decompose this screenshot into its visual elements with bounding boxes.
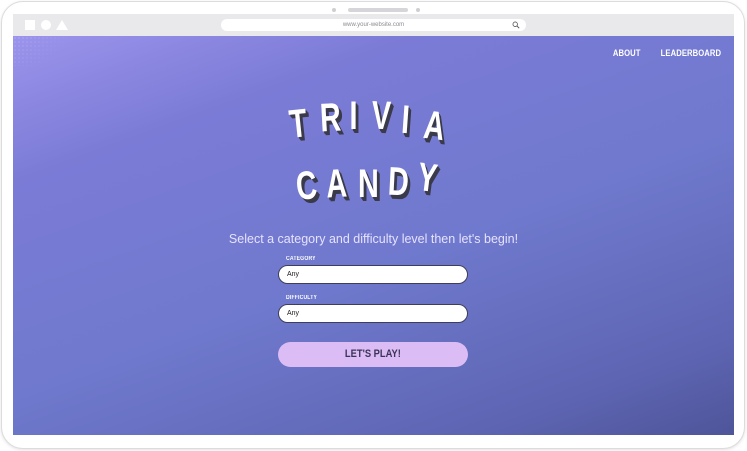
lets-play-button[interactable]: LET'S PLAY! — [278, 342, 468, 367]
top-nav: ABOUT LEADERBOARD — [608, 48, 721, 58]
browser-toolbar: www.your-website.com — [13, 14, 734, 36]
logo-letter: A — [421, 102, 448, 150]
triangle-icon[interactable] — [56, 20, 68, 30]
logo-letter: Y — [415, 154, 440, 202]
difficulty-label: DIFFICULTY — [286, 295, 318, 301]
nav-leaderboard-link[interactable]: LEADERBOARD — [661, 48, 721, 58]
category-select[interactable]: Any — [278, 265, 468, 284]
search-icon[interactable] — [512, 21, 520, 29]
speaker-bar — [348, 8, 408, 12]
logo-letter: R — [318, 95, 342, 141]
category-value: Any — [287, 271, 300, 278]
logo-letter: I — [349, 94, 358, 138]
camera-dot — [332, 8, 336, 12]
square-icon[interactable] — [25, 20, 35, 30]
logo-letter: C — [293, 163, 320, 209]
logo-letter: N — [358, 162, 379, 206]
sensor-dot — [416, 8, 420, 12]
lets-play-label: LET'S PLAY! — [345, 348, 401, 360]
category-label: CATEGORY — [286, 256, 316, 262]
address-bar[interactable]: www.your-website.com — [221, 19, 526, 31]
logo-letter: A — [324, 161, 348, 207]
trivia-candy-logo: T R I V I A C A N D Y — [278, 93, 458, 216]
instructions-text: Select a category and difficulty level t… — [228, 232, 519, 246]
circle-icon[interactable] — [41, 20, 51, 30]
app-viewport: ABOUT LEADERBOARD T R I V I A C A N D Y … — [13, 36, 734, 435]
logo-letter: D — [386, 159, 410, 205]
url-text: www.your-website.com — [342, 22, 405, 28]
quiz-settings-form: CATEGORY Any DIFFICULTY Any — [278, 256, 468, 323]
logo-letter: V — [370, 93, 392, 139]
logo-letter: T — [287, 101, 310, 147]
decorative-dots — [13, 36, 73, 66]
difficulty-select[interactable]: Any — [278, 304, 468, 323]
nav-about-link[interactable]: ABOUT — [613, 48, 641, 58]
difficulty-value: Any — [287, 310, 300, 317]
logo-letter: I — [400, 97, 412, 143]
